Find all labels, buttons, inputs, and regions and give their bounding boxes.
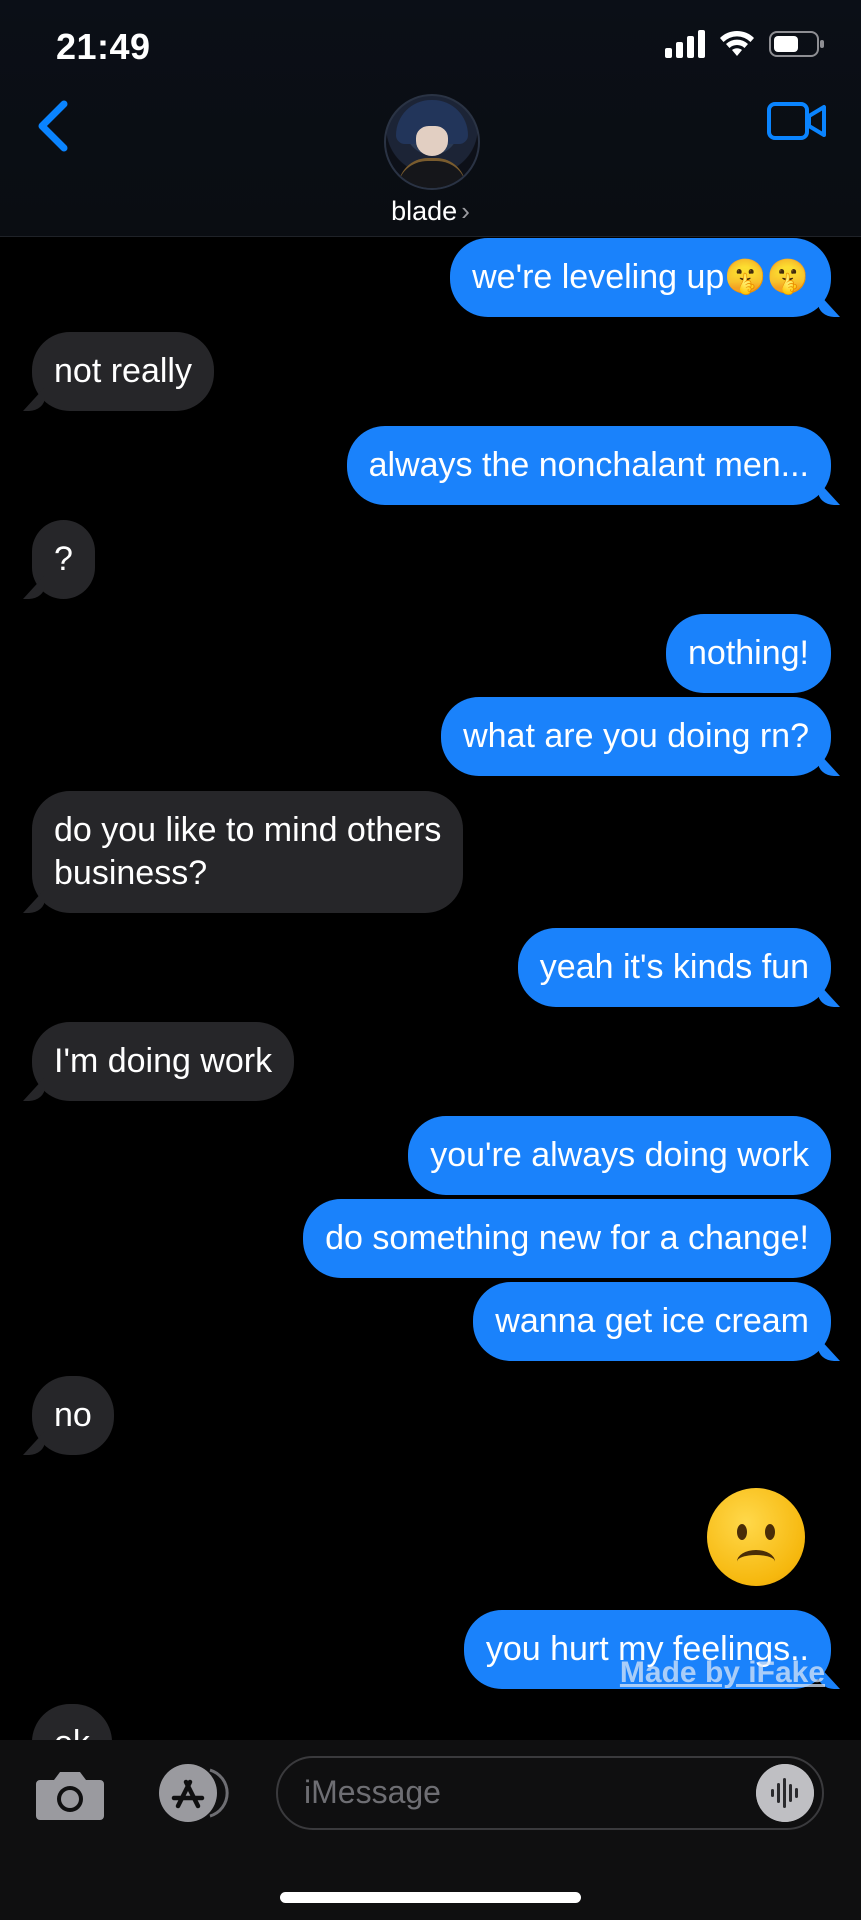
- watermark: Made by iFake: [619, 1656, 825, 1689]
- message-bubble-sent[interactable]: yeah it's kinds fun: [517, 928, 831, 1007]
- message-list[interactable]: we're leveling up🤫🤫 not really always th…: [0, 0, 861, 1740]
- message-text: nothing!: [688, 634, 809, 672]
- message-bubble-sent[interactable]: always the nonchalant men...: [346, 426, 831, 505]
- message-bubble-sent[interactable]: we're leveling up🤫🤫: [450, 238, 831, 317]
- video-call-icon[interactable]: [767, 100, 827, 142]
- contact-name[interactable]: blade ›: [0, 196, 861, 227]
- message-text: ok: [54, 1724, 90, 1740]
- conversation-screen: we're leveling up🤫🤫 not really always th…: [0, 0, 861, 1920]
- frowning-face-emoji-icon[interactable]: [707, 1488, 805, 1586]
- audio-message-icon[interactable]: [756, 1764, 814, 1822]
- message-text: always the nonchalant men...: [368, 446, 809, 484]
- message-bubble-received[interactable]: ?: [32, 520, 95, 599]
- avatar[interactable]: [384, 94, 480, 190]
- message-text: no: [54, 1396, 92, 1434]
- message-bubble-received[interactable]: do you like to mind others business?: [32, 791, 464, 913]
- message-bubble-sent[interactable]: nothing!: [666, 614, 831, 693]
- contact-name-label: blade: [391, 196, 458, 226]
- message-text: I'm doing work: [54, 1042, 273, 1080]
- message-bubble-sent[interactable]: do something new for a change!: [303, 1199, 831, 1278]
- message-input-placeholder: iMessage: [304, 1774, 441, 1810]
- message-text: do something new for a change!: [325, 1219, 809, 1257]
- message-bubble-sent[interactable]: you're always doing work: [408, 1116, 831, 1195]
- cellular-signal-icon: [665, 30, 705, 58]
- message-text: do you like to mind others business?: [54, 811, 442, 892]
- message-text: we're leveling up🤫🤫: [472, 258, 809, 296]
- message-bubble-sent[interactable]: what are you doing rn?: [441, 697, 831, 776]
- conversation-header: 21:49 blade ›: [0, 0, 861, 237]
- camera-icon[interactable]: [34, 1766, 106, 1822]
- message-bubble-received[interactable]: not really: [32, 332, 214, 411]
- message-text: not really: [54, 352, 192, 390]
- home-indicator[interactable]: [280, 1892, 581, 1903]
- status-icons: [665, 30, 825, 58]
- message-text: what are you doing rn?: [463, 717, 809, 755]
- message-text: you're always doing work: [430, 1136, 809, 1174]
- message-text: ?: [54, 540, 73, 578]
- message-text: yeah it's kinds fun: [539, 948, 809, 986]
- composer-bar: iMessage: [0, 1740, 861, 1920]
- message-input[interactable]: iMessage: [276, 1756, 824, 1830]
- battery-icon: [769, 31, 824, 57]
- chevron-right-icon: ›: [461, 196, 470, 226]
- message-bubble-received[interactable]: I'm doing work: [32, 1022, 295, 1101]
- message-bubble-received[interactable]: no: [32, 1376, 114, 1455]
- status-time: 21:49: [56, 26, 151, 67]
- app-store-icon[interactable]: [150, 1762, 230, 1824]
- message-bubble-sent[interactable]: wanna get ice cream: [473, 1282, 831, 1361]
- message-text: wanna get ice cream: [495, 1302, 809, 1340]
- message-bubble-received[interactable]: ok: [32, 1704, 112, 1740]
- back-chevron-icon[interactable]: [30, 96, 80, 156]
- wifi-icon: [720, 30, 754, 56]
